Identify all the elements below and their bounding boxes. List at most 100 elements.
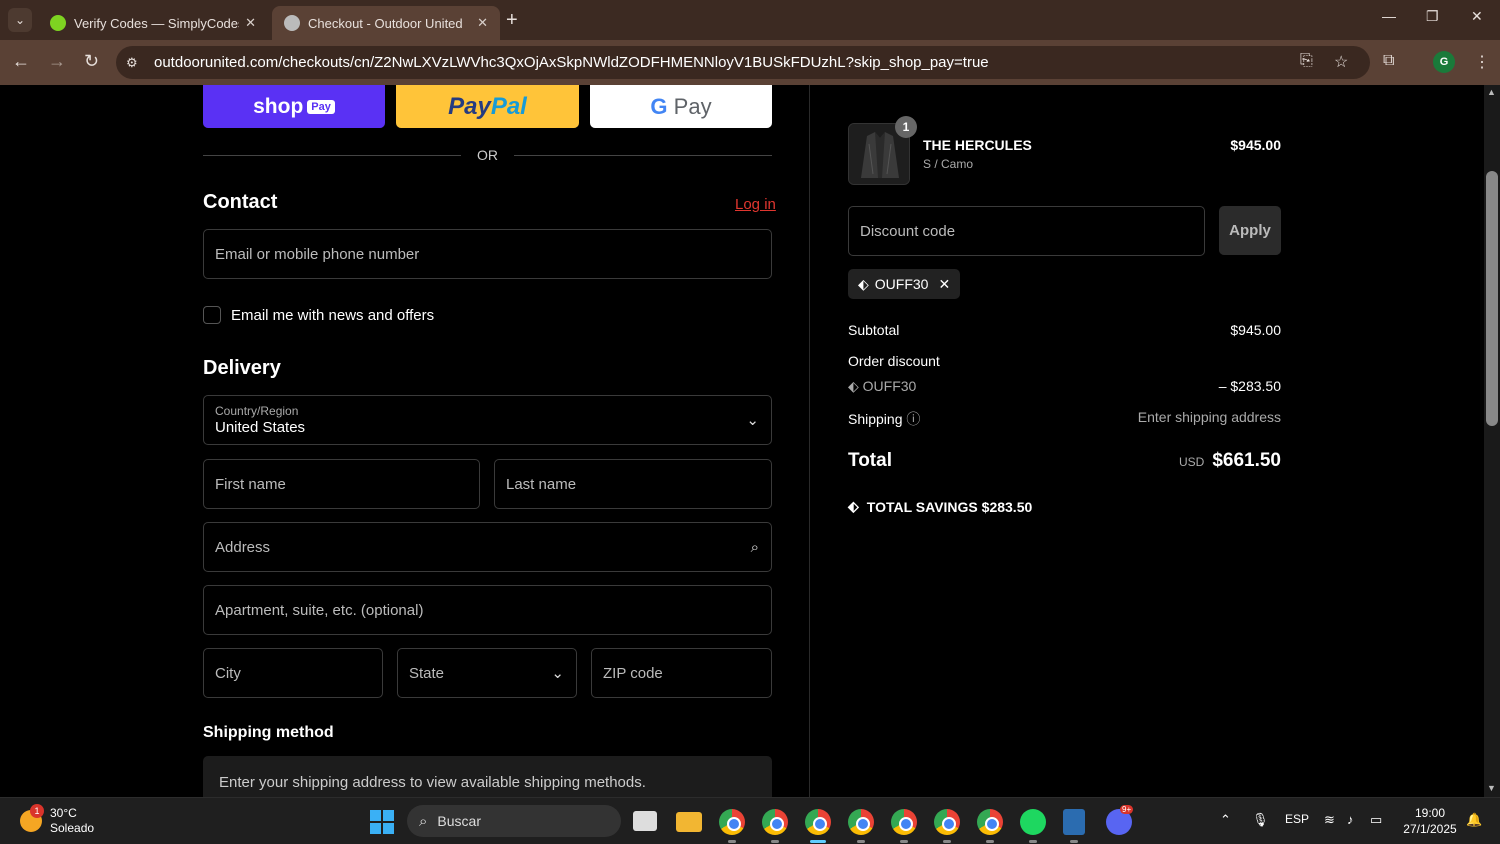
apply-button[interactable]: Apply bbox=[1219, 206, 1281, 255]
show-hidden-icons-icon[interactable]: ⌃ bbox=[1220, 812, 1231, 828]
login-link[interactable]: Log in bbox=[735, 196, 776, 213]
close-icon[interactable]: ✕ bbox=[245, 15, 256, 31]
weather-widget[interactable]: 1 30°C Soleado bbox=[20, 804, 94, 836]
tab-simplycodes[interactable]: Verify Codes — SimplyCodes ✕ bbox=[38, 6, 268, 40]
paypal-logo: PayPal bbox=[448, 93, 527, 121]
taskbar-search[interactable]: ⌕ Buscar bbox=[407, 805, 621, 837]
notification-bell-icon[interactable]: 🔔 bbox=[1466, 812, 1482, 828]
address-bar[interactable]: ⚙ outdoorunited.com/checkouts/cn/Z2NwLXV… bbox=[116, 46, 1370, 79]
scrollbar-thumb[interactable] bbox=[1486, 171, 1498, 426]
simplycodes-favicon-icon bbox=[50, 15, 66, 31]
globe-icon bbox=[284, 15, 300, 31]
search-icon: ⌕ bbox=[750, 538, 759, 556]
product-variant: S / Camo bbox=[923, 157, 974, 171]
savings-value: $283.50 bbox=[981, 498, 1033, 515]
column-divider bbox=[809, 85, 810, 797]
task-view-icon[interactable] bbox=[633, 811, 657, 831]
page-scrollbar[interactable]: ▲ ▼ bbox=[1484, 85, 1500, 797]
new-tab-button[interactable]: + bbox=[506, 9, 518, 32]
chrome-icon[interactable] bbox=[848, 809, 874, 835]
chevron-down-icon: ⌄ bbox=[746, 412, 759, 429]
forward-arrow-icon[interactable]: → bbox=[48, 51, 66, 72]
file-explorer-icon[interactable] bbox=[676, 812, 702, 832]
discount-code-field[interactable]: Discount code bbox=[848, 206, 1205, 256]
weather-text: 30°C Soleado bbox=[50, 806, 94, 836]
help-circle-icon[interactable]: ⓘ bbox=[906, 411, 920, 427]
discount-value: – $283.50 bbox=[1218, 378, 1281, 394]
subtotal-value: $945.00 bbox=[1230, 322, 1281, 338]
menu-kebab-icon[interactable]: ⋮ bbox=[1474, 52, 1490, 72]
shipping-method-heading: Shipping method bbox=[203, 724, 334, 741]
state-placeholder: State bbox=[409, 664, 445, 682]
shipping-label-wrap: Shipping ⓘ bbox=[848, 409, 920, 429]
total-label: Total bbox=[848, 450, 892, 471]
subtotal-label: Subtotal bbox=[848, 322, 900, 338]
paypal-button[interactable]: PayPal bbox=[396, 85, 579, 128]
weather-badge: 1 bbox=[30, 804, 44, 818]
profile-avatar[interactable]: G bbox=[1433, 51, 1455, 73]
window-close-icon[interactable]: ✕ bbox=[1471, 8, 1483, 25]
state-select[interactable]: State ⌄ bbox=[397, 648, 577, 698]
windows-start-icon[interactable] bbox=[370, 810, 394, 834]
chrome-icon[interactable] bbox=[977, 809, 1003, 835]
tab-title: Verify Codes — SimplyCodes bbox=[74, 15, 240, 31]
close-icon[interactable]: ✕ bbox=[477, 15, 488, 31]
shop-pay-button[interactable]: shop Pay bbox=[203, 85, 385, 128]
chevron-down-icon: ⌄ bbox=[551, 665, 564, 682]
last-name-field[interactable]: Last name bbox=[494, 459, 772, 509]
chrome-icon[interactable] bbox=[762, 809, 788, 835]
tab-checkout[interactable]: Checkout - Outdoor United ✕ bbox=[272, 6, 500, 40]
country-label: Country/Region bbox=[215, 404, 299, 418]
volume-icon[interactable]: ♪ bbox=[1347, 812, 1354, 827]
minimize-icon[interactable]: — bbox=[1382, 8, 1396, 24]
google-pay-button[interactable]: G Pay bbox=[590, 85, 772, 128]
restore-icon[interactable]: ❐ bbox=[1426, 8, 1439, 25]
order-discount-label: Order discount bbox=[848, 353, 940, 369]
site-info-icon[interactable]: ⚙ bbox=[126, 55, 144, 71]
weather-desc: Soleado bbox=[50, 821, 95, 835]
total-value: $661.50 bbox=[1212, 450, 1281, 471]
address-field[interactable]: Address ⌕ bbox=[203, 522, 772, 572]
subtotal-row: Subtotal $945.00 bbox=[848, 322, 1281, 338]
address-placeholder: Address bbox=[215, 538, 271, 556]
zip-field[interactable]: ZIP code bbox=[591, 648, 772, 698]
wifi-icon[interactable]: ≋ bbox=[1324, 812, 1335, 828]
sun-icon: 1 bbox=[20, 804, 44, 832]
chrome-icon[interactable] bbox=[934, 809, 960, 835]
first-name-placeholder: First name bbox=[215, 475, 286, 493]
battery-icon[interactable]: ▭ bbox=[1370, 812, 1382, 828]
spotify-icon[interactable] bbox=[1020, 809, 1046, 835]
apartment-field[interactable]: Apartment, suite, etc. (optional) bbox=[203, 585, 772, 635]
google-pay-label: Pay bbox=[673, 93, 712, 119]
city-field[interactable]: City bbox=[203, 648, 383, 698]
language-indicator[interactable]: ESP bbox=[1285, 812, 1309, 826]
reload-icon[interactable]: ↻ bbox=[84, 51, 99, 72]
extensions-icon[interactable]: ⧉ bbox=[1383, 52, 1394, 70]
newsletter-checkbox-row[interactable]: Email me with news and offers bbox=[203, 306, 434, 324]
microphone-icon[interactable]: 🎙 bbox=[1252, 812, 1269, 828]
chrome-icon[interactable] bbox=[891, 809, 917, 835]
chrome-icon[interactable] bbox=[805, 809, 831, 835]
chrome-icon[interactable] bbox=[719, 809, 745, 835]
savings-label: TOTAL SAVINGS bbox=[866, 498, 978, 515]
remove-discount-icon[interactable]: ✕ bbox=[938, 276, 950, 293]
email-field[interactable]: Email or mobile phone number bbox=[203, 229, 772, 279]
back-arrow-icon[interactable]: ← bbox=[12, 51, 30, 72]
translate-icon[interactable]: ⎘ bbox=[1300, 52, 1313, 70]
country-select[interactable]: Country/Region United States ⌄ bbox=[203, 395, 772, 445]
newsletter-label: Email me with news and offers bbox=[231, 306, 435, 324]
tag-icon: ⬖ bbox=[858, 275, 869, 292]
calculator-icon[interactable] bbox=[1063, 809, 1085, 835]
first-name-field[interactable]: First name bbox=[203, 459, 480, 509]
apartment-placeholder: Apartment, suite, etc. (optional) bbox=[215, 601, 424, 619]
scroll-down-icon[interactable]: ▼ bbox=[1487, 783, 1496, 793]
clock-time: 19:00 bbox=[1414, 806, 1446, 820]
tab-search-button[interactable]: ⌄ bbox=[8, 8, 32, 32]
bookmark-star-icon[interactable]: ☆ bbox=[1334, 52, 1348, 72]
discount-code-row: ⬖ OUFF30 – $283.50 bbox=[848, 378, 1281, 395]
applied-code-label: OUFF30 bbox=[874, 276, 929, 292]
newsletter-checkbox[interactable] bbox=[203, 306, 221, 324]
system-clock[interactable]: 19:00 27/1/2025 bbox=[1400, 805, 1460, 837]
or-label: OR bbox=[477, 147, 498, 163]
scroll-up-icon[interactable]: ▲ bbox=[1487, 87, 1496, 97]
